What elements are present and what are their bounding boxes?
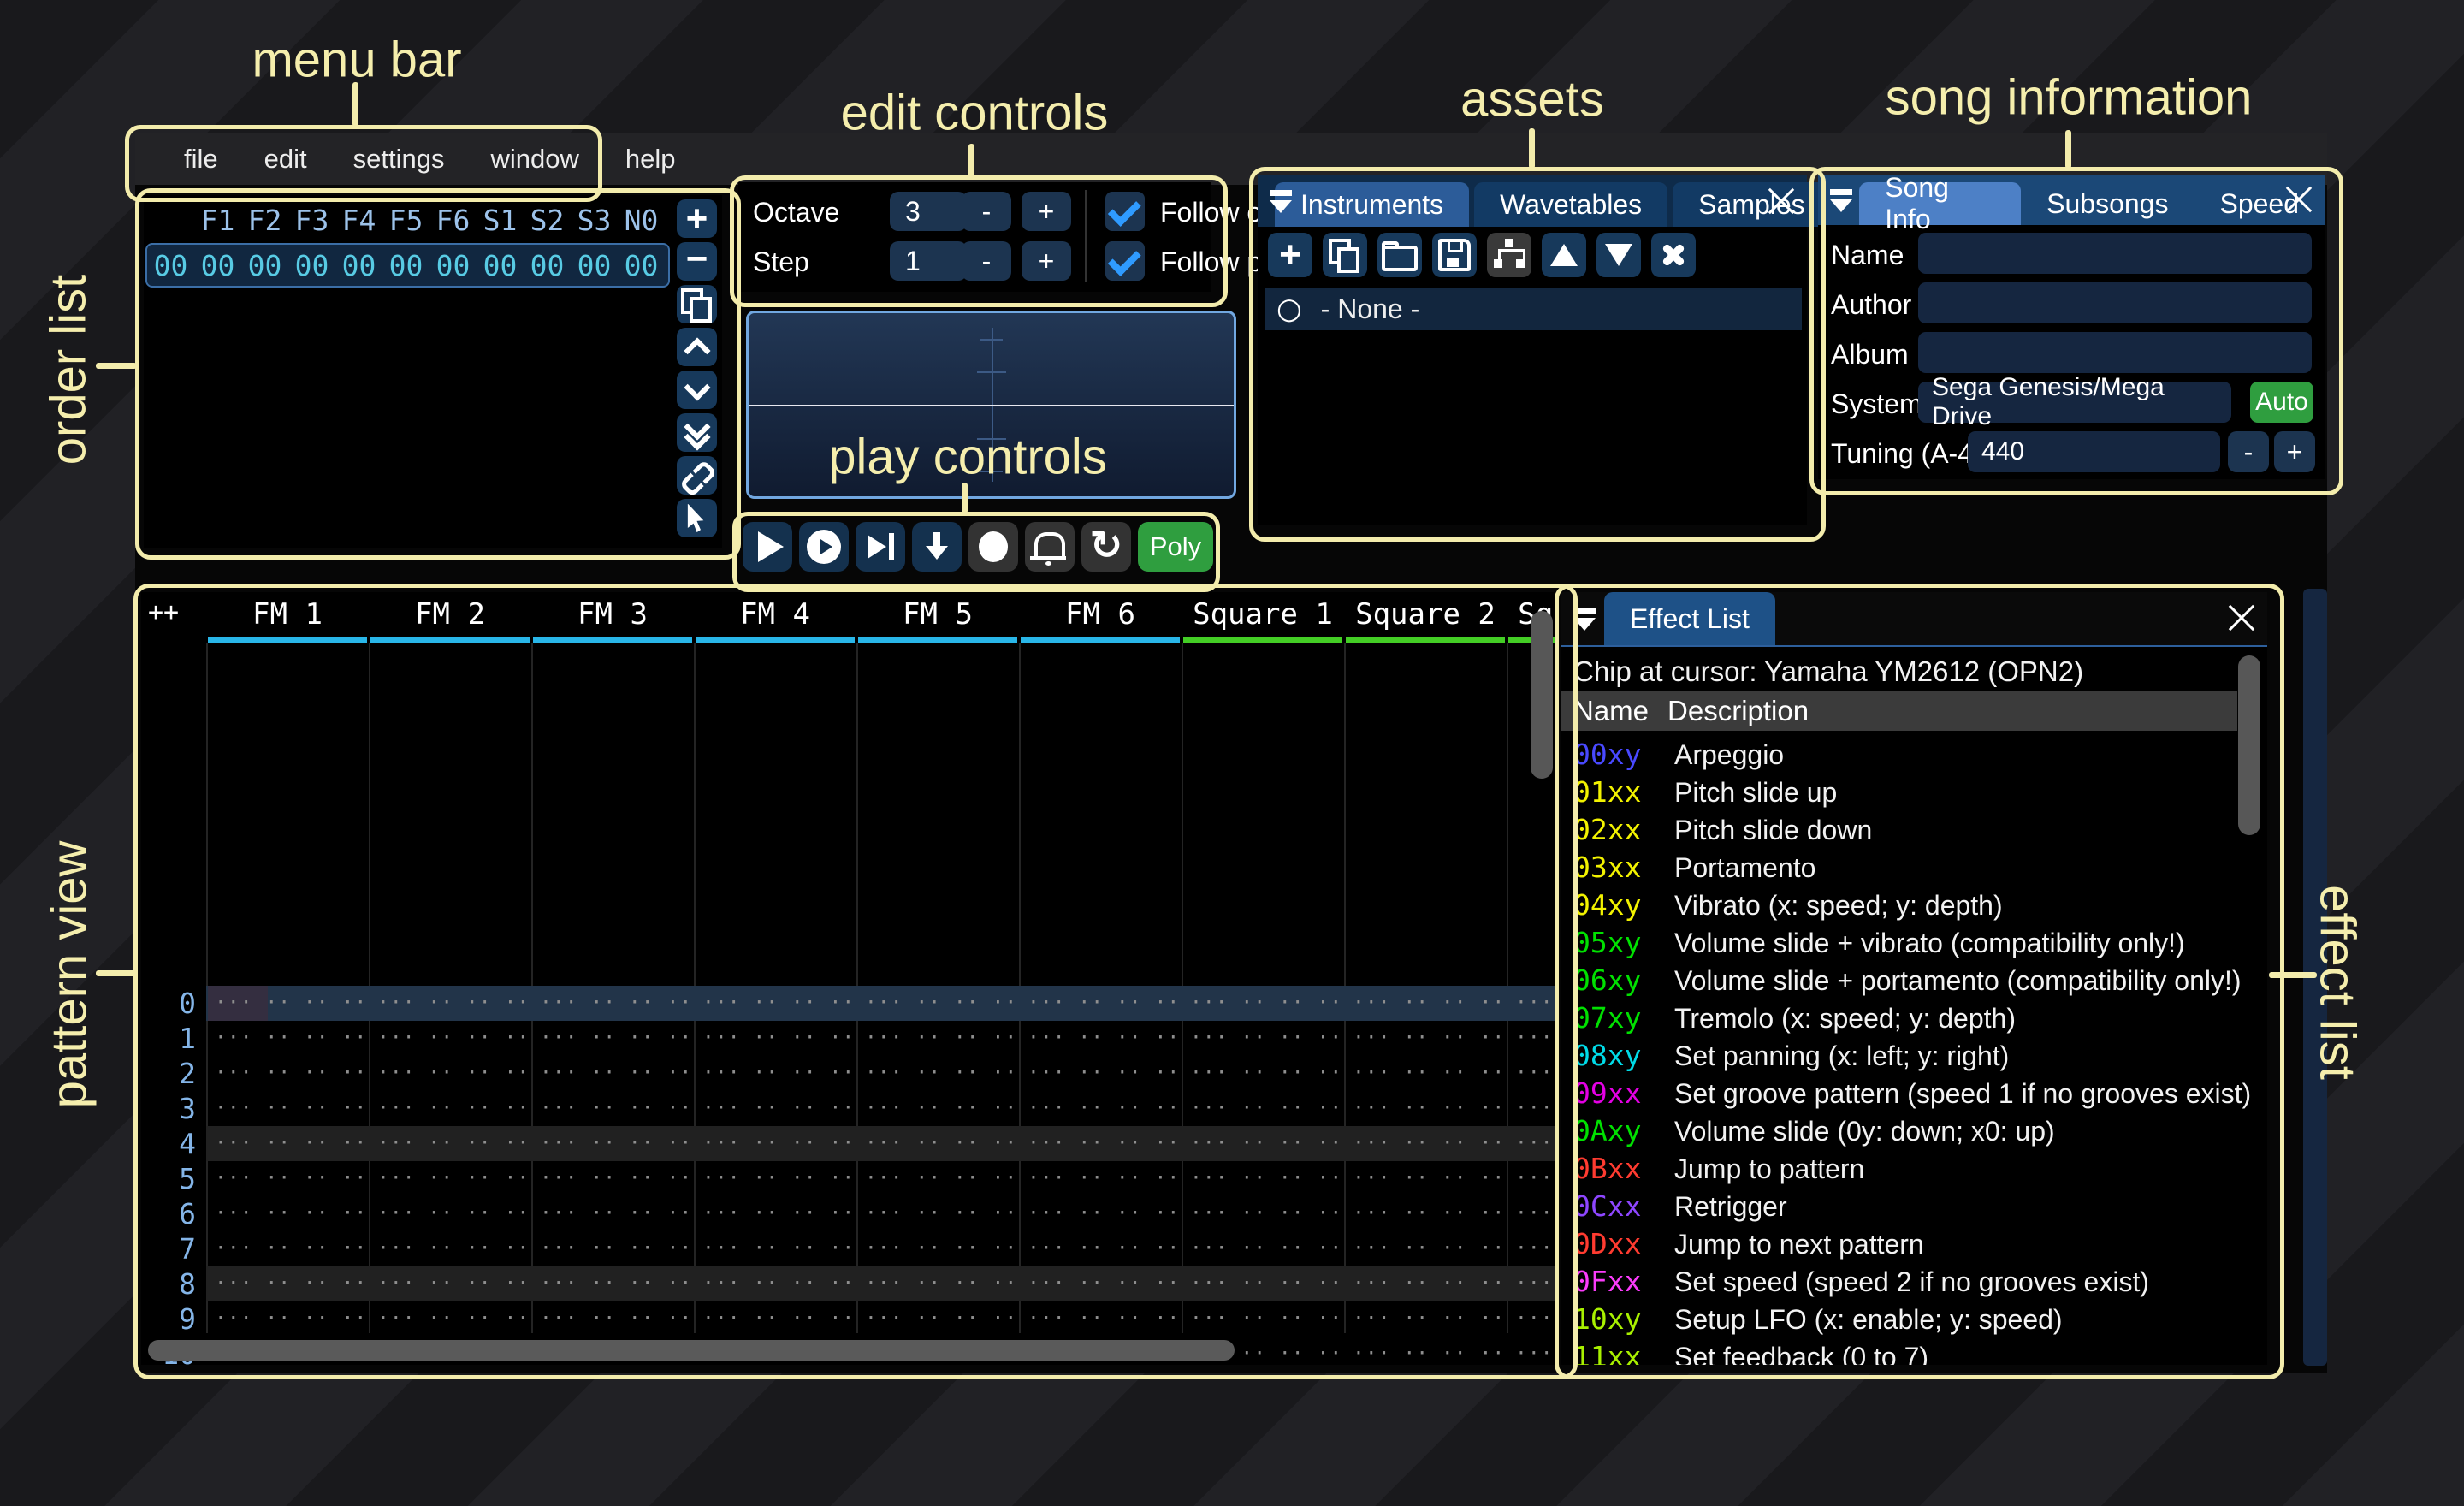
screen: file edit settings window help F1 F2 F3 F4 F5 F6 S… [0,0,2464,1506]
annotation-rect-order-list [135,188,741,560]
annotation-order-list: order list [40,274,97,465]
annotation-line-pattern-view [96,970,135,976]
annotation-edit-controls: edit controls [840,85,1109,141]
annotation-line-edit-controls [968,144,974,177]
annotation-line-menu-bar [352,82,358,127]
annotation-rect-edit-controls [730,175,1228,307]
menu-item-help[interactable]: help [602,144,699,175]
annotation-rect-play-controls [732,512,1220,592]
annotation-menu-bar: menu bar [252,32,462,88]
scope-centerline [749,405,1234,406]
annotation-rect-assets [1249,167,1826,542]
annotation-line-order-list [96,363,137,369]
annotation-rect-pattern-view [133,584,1578,1379]
annotation-pattern-view: pattern view [41,840,98,1109]
annotation-line-song-info [2065,130,2071,169]
annotation-assets: assets [1460,71,1604,127]
annotation-line-play-controls [962,483,968,513]
annotation-rect-effect-list [1555,584,2284,1379]
annotation-play-controls: play controls [828,429,1107,485]
annotation-effect-list: effect list [2309,885,2366,1080]
annotation-line-assets [1529,128,1535,169]
annotation-song-information: song information [1885,69,2253,126]
annotation-rect-song-info [1810,167,2343,495]
